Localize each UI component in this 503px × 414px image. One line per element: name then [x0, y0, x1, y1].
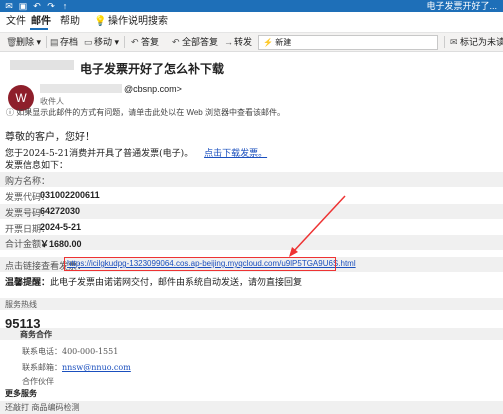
annotation-arrow	[289, 195, 346, 257]
